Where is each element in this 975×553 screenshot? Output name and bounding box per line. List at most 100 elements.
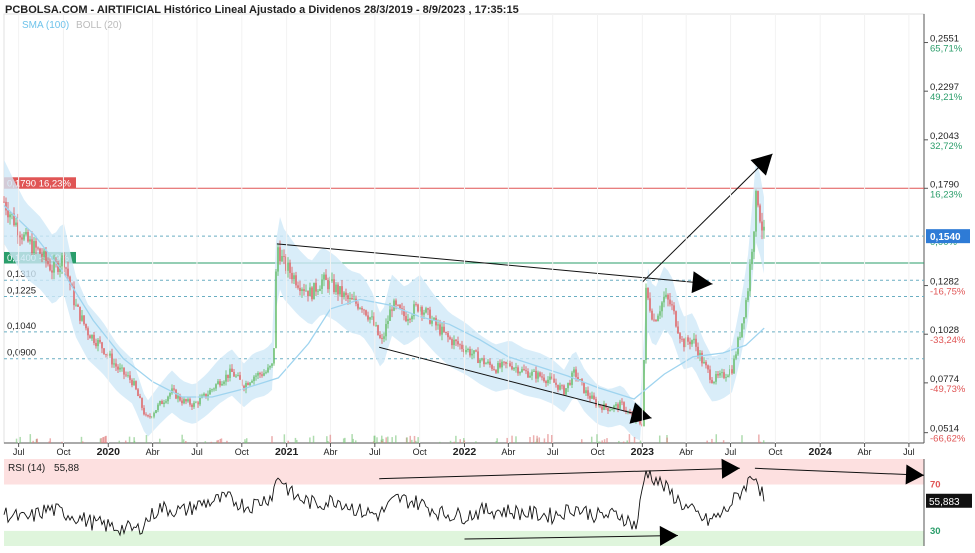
candle-body	[745, 300, 747, 318]
candle-body	[517, 367, 519, 374]
volume-bar	[606, 438, 608, 443]
candle-body	[719, 373, 721, 376]
rsi-overbought-zone	[4, 459, 924, 485]
candle-body	[661, 302, 663, 312]
volume-bar	[411, 439, 413, 443]
candle-body	[751, 251, 753, 265]
candle-body	[39, 248, 41, 254]
candle-body	[197, 402, 199, 405]
candle-body	[473, 350, 475, 354]
candle-body	[465, 349, 467, 353]
candle-body	[451, 339, 453, 346]
candle-body	[77, 304, 79, 307]
candle-body	[143, 407, 145, 415]
candle-body	[475, 350, 477, 352]
candle-body	[233, 371, 235, 377]
candle-body	[573, 369, 575, 373]
candle-body	[561, 385, 563, 387]
candle-body	[83, 315, 85, 324]
candle-body	[757, 191, 759, 206]
candle-body	[219, 381, 221, 386]
right-price-axis: 0,255165,71%0,229749,21%0,204332,72%0,17…	[924, 34, 970, 445]
candle-body	[725, 377, 727, 378]
y-pct-label: -33,24%	[930, 335, 966, 346]
volume-bar	[373, 435, 375, 443]
candle-body	[763, 226, 765, 231]
candle-body	[759, 205, 761, 222]
candle-body	[159, 401, 161, 405]
candle-body	[455, 339, 457, 342]
candle-body	[199, 398, 201, 405]
candle-body	[267, 367, 269, 373]
candle-body	[167, 396, 169, 402]
x-tick-label: 2022	[453, 446, 477, 458]
candle-body	[189, 399, 191, 405]
candle-body	[665, 294, 667, 297]
volume-bar	[711, 438, 713, 443]
candle-body	[269, 365, 271, 368]
candle-body	[549, 376, 551, 380]
volume-bar	[409, 435, 411, 443]
candle-body	[497, 363, 499, 373]
candle-body	[113, 363, 115, 365]
candle-body	[367, 315, 369, 320]
volume-bar	[406, 437, 408, 443]
candle-body	[495, 370, 497, 373]
candle-body	[557, 384, 559, 390]
candle-body	[601, 406, 603, 410]
volume-bar	[658, 435, 661, 443]
candle-body	[657, 315, 659, 322]
candle-body	[417, 304, 419, 312]
volume-bar	[495, 441, 498, 443]
volume-bar	[29, 434, 32, 443]
candle-body	[523, 369, 525, 371]
candle-body	[117, 366, 119, 370]
candle-body	[351, 297, 353, 300]
volume-bar	[715, 434, 718, 443]
candle-body	[381, 337, 383, 339]
volume-bar	[210, 441, 213, 443]
candle-body	[295, 275, 297, 286]
candle-body	[607, 407, 609, 412]
chart-title: PCBOLSA.COM - AIRTIFICIAL Histórico Line…	[5, 4, 519, 16]
candle-body	[543, 377, 545, 382]
candle-body	[305, 290, 307, 292]
candle-body	[603, 403, 605, 410]
volume-bar	[622, 441, 625, 443]
candle-body	[587, 390, 589, 396]
volume-bar	[105, 435, 107, 443]
level-label: 0,0900	[7, 348, 36, 359]
volume-bar	[124, 440, 127, 443]
candle-body	[29, 239, 31, 242]
candle-body	[663, 296, 665, 303]
candle-body	[163, 402, 165, 405]
candle-body	[187, 399, 189, 402]
candle-body	[513, 367, 515, 370]
candle-body	[115, 363, 117, 367]
candle-body	[687, 337, 689, 342]
volume-bar	[245, 438, 248, 443]
candle-body	[337, 284, 339, 295]
candle-body	[689, 341, 691, 345]
volume-bar	[581, 439, 583, 443]
candle-body	[281, 256, 283, 262]
volume-bar	[453, 441, 456, 443]
candle-body	[595, 399, 597, 406]
candle-body	[371, 316, 373, 318]
volume-bar	[536, 435, 538, 443]
candle-body	[45, 250, 47, 261]
volume-bar	[639, 440, 642, 443]
candle-body	[103, 348, 105, 354]
candle-body	[441, 326, 443, 335]
volume-bar	[215, 441, 218, 443]
candle-body	[489, 361, 491, 365]
volume-bar	[543, 438, 546, 443]
candle-body	[705, 361, 707, 366]
candle-body	[533, 370, 535, 372]
candle-body	[51, 270, 53, 273]
candle-body	[479, 359, 481, 363]
candle-body	[95, 342, 97, 347]
candle-body	[671, 304, 673, 306]
candle-body	[619, 401, 621, 409]
candle-body	[535, 370, 537, 379]
